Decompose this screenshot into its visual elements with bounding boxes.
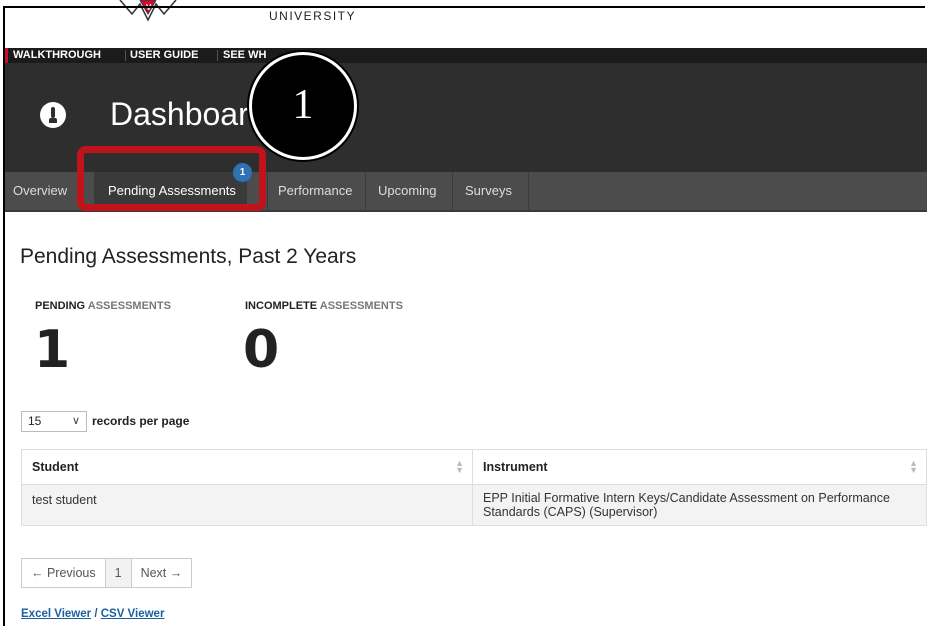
column-header-label: Student [32,460,79,474]
instrument-cell: EPP Initial Formative Intern Keys/Candid… [472,484,927,526]
tab-upcoming[interactable]: Upcoming [366,172,446,210]
callout-highlight-box [77,146,266,211]
student-cell: test student [21,484,473,526]
column-header-student[interactable]: Student ▲ ▼ [21,449,473,485]
records-per-page-value: 15 [28,414,42,428]
export-links: Excel Viewer / CSV Viewer [21,608,164,620]
tab-performance[interactable]: Performance [268,172,360,210]
page-title: Dashboard [110,96,267,132]
previous-page-button[interactable]: ← Previous [22,559,106,587]
top-link-bar: WALKTHROUGH USER GUIDE SEE WH [5,48,927,63]
tab-surveys[interactable]: Surveys [453,172,523,210]
section-title: Pending Assessments, Past 2 Years [20,245,357,268]
pending-assessments-count: 1 [34,320,71,380]
column-header-instrument[interactable]: Instrument ▲ ▼ [472,449,927,485]
assessments-table: Student ▲ ▼ Instrument ▲ ▼ test student EP… [21,449,927,526]
chevron-down-icon: ∨ [71,415,80,427]
page-1-button[interactable]: 1 [105,559,132,587]
csv-viewer-link[interactable]: CSV Viewer [101,608,165,620]
gauge-icon [40,102,66,128]
excel-viewer-link[interactable]: Excel Viewer [21,608,91,620]
incomplete-assessments-count: 0 [243,320,280,380]
tab-divider [528,172,529,210]
export-separator: / [91,608,101,620]
callout-step-number: 1 [292,82,314,128]
pending-label-word: PENDING [35,300,86,312]
sort-icon: ▲ ▼ [909,458,918,475]
tab-overview[interactable]: Overview [5,172,73,210]
walkthrough-link[interactable]: WALKTHROUGH [13,48,101,63]
user-guide-link[interactable]: USER GUIDE [130,48,198,63]
incomplete-assessments-label: INCOMPLETE ASSESSMENTS [245,300,403,312]
table-row[interactable]: test student EPP Initial Formative Inter… [21,484,927,526]
next-page-button[interactable]: Next → [132,559,192,587]
link-divider [217,50,218,61]
sort-icon: ▲ ▼ [455,458,464,475]
records-per-page-select[interactable]: 15 ∨ [21,411,87,432]
column-header-label: Instrument [483,460,548,474]
records-per-page-label: records per page [92,414,190,428]
accent-marker [5,48,8,63]
pagination: ← Previous 1 Next → [21,558,193,588]
pending-label-suffix: ASSESSMENTS [87,300,171,312]
see-what-link[interactable]: SEE WH [223,48,266,63]
pending-assessments-label: PENDING ASSESSMENTS [35,300,171,312]
table-header-row: Student ▲ ▼ Instrument ▲ ▼ [21,449,927,485]
incomplete-label-word: INCOMPLETE [245,300,318,312]
callout-step-marker: 1 [249,52,357,160]
link-divider [125,50,126,61]
incomplete-label-suffix: ASSESSMENTS [319,300,403,312]
